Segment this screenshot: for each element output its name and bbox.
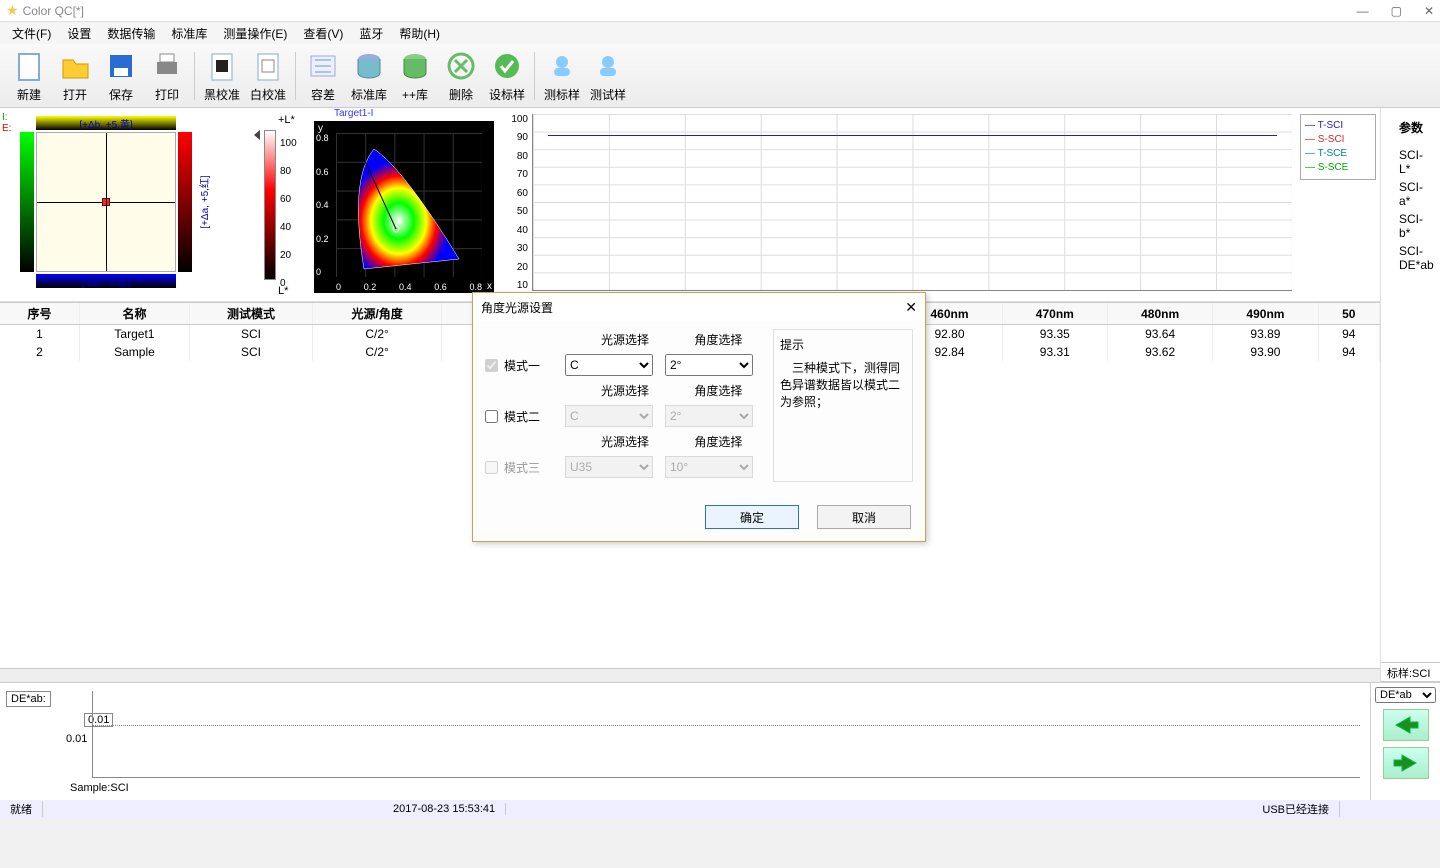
param-row: SCI-b*1.07 bbox=[1381, 210, 1440, 242]
lab-top-label: [+Δb, +5,黄] bbox=[36, 116, 176, 130]
ie-label: I:E: bbox=[2, 112, 11, 134]
toolbar-icon bbox=[351, 48, 387, 84]
lstar-ticks: 100806040200 bbox=[280, 130, 297, 298]
cie-ylabel: y bbox=[318, 123, 323, 134]
parameter-panel: 参数标样试样差值容差结果SCI-L*97.57SCI-a*-0.89SCI-b*… bbox=[1380, 108, 1440, 682]
toolbar-icon bbox=[103, 48, 139, 84]
toolbar-icon bbox=[57, 48, 93, 84]
lstar-bottom-label: L* bbox=[278, 285, 288, 297]
toolbar-icon bbox=[305, 48, 341, 84]
deab-sample-label: Sample:SCI bbox=[70, 782, 129, 794]
lstar-pointer-icon bbox=[254, 130, 260, 140]
mode3-illuminant-select: U35 bbox=[565, 456, 653, 478]
menu-settings[interactable]: 设置 bbox=[59, 23, 99, 44]
param-tabs: 标样:SCI 试样:SCI 标样:SCE 试样:SCE bbox=[1381, 662, 1440, 682]
toolbar-icon bbox=[443, 48, 479, 84]
dialog-tip-box: 提示 三种模式下，测得同色异谱数据皆以模式二为参照； bbox=[773, 329, 913, 482]
toolbar: 新建打开保存打印黑校准白校准容差标准库++库删除设标样测标样测试样 bbox=[0, 44, 1440, 108]
mode3-checkbox: 模式三 bbox=[485, 459, 559, 476]
mode3-angle-select: 10° bbox=[665, 456, 753, 478]
horizontal-scrollbar[interactable] bbox=[0, 668, 1380, 682]
mode2-illuminant-select: C bbox=[565, 405, 653, 427]
deab-ytick: 0.01 bbox=[66, 733, 87, 745]
toolbar-icon bbox=[204, 48, 240, 84]
lstar-bar-chart: +L* 100806040200 L* bbox=[260, 108, 304, 301]
status-usb: USB已经连接 bbox=[1252, 801, 1340, 817]
toolbar-测标样[interactable]: 测标样 bbox=[539, 48, 585, 103]
dialog-ok-button[interactable]: 确定 bbox=[705, 505, 799, 529]
mode2-checkbox[interactable]: 模式二 bbox=[485, 408, 559, 425]
toolbar-打开[interactable]: 打开 bbox=[52, 48, 98, 103]
angle-illuminant-dialog: 角度光源设置 ✕ 光源选择角度选择模式一C2°光源选择角度选择模式二C2°光源选… bbox=[472, 292, 926, 542]
mode1-illuminant-select[interactable]: C bbox=[565, 354, 653, 376]
dialog-close-icon[interactable]: ✕ bbox=[905, 299, 917, 316]
status-bar: 就绪 2017-08-23 15:53:41 USB已经连接 bbox=[0, 800, 1440, 818]
menu-view[interactable]: 查看(V) bbox=[295, 23, 351, 44]
dialog-title: 角度光源设置 bbox=[481, 299, 553, 316]
deab-metric-select[interactable]: DE*ab bbox=[1375, 687, 1436, 703]
param-row: SCI-a*-0.89 bbox=[1381, 178, 1440, 210]
menu-help[interactable]: 帮助(H) bbox=[391, 23, 448, 44]
toolbar-删除[interactable]: 删除 bbox=[438, 48, 484, 103]
deab-strip: DE*ab: 0.01 0.01 Sample:SCI DE*ab bbox=[0, 682, 1440, 800]
menu-stdlib[interactable]: 标准库 bbox=[163, 23, 215, 44]
close-button[interactable]: ✕ bbox=[1424, 4, 1434, 18]
cie-title: Target1-I bbox=[304, 108, 504, 119]
mode1-angle-select[interactable]: 2° bbox=[665, 354, 753, 376]
toolbar-icon bbox=[544, 48, 580, 84]
menu-file[interactable]: 文件(F) bbox=[4, 23, 59, 44]
deab-axis-label: DE*ab: bbox=[6, 691, 51, 707]
cie-locus-icon bbox=[344, 139, 464, 279]
window-title: Color QC[*] bbox=[23, 4, 84, 18]
toolbar-新建[interactable]: 新建 bbox=[6, 48, 52, 103]
mode2-angle-select: 2° bbox=[665, 405, 753, 427]
menu-measure[interactable]: 测量操作(E) bbox=[215, 23, 295, 44]
lab-datapoint bbox=[102, 198, 110, 206]
lab-delta-chart: I:E: [+Δb, +5,黄] [-Δa, -5,绿] [+Δa, +5,红]… bbox=[0, 108, 260, 301]
param-row: SCI-DE*ab- bbox=[1381, 242, 1440, 274]
menu-bar: 文件(F) 设置 数据传输 标准库 测量操作(E) 查看(V) 蓝牙 帮助(H) bbox=[0, 22, 1440, 44]
toolbar-++库[interactable]: ++库 bbox=[392, 48, 438, 103]
toolbar-icon bbox=[11, 48, 47, 84]
title-bar: ★ Color QC[*] — ▢ ✕ bbox=[0, 0, 1440, 22]
lab-left-label: [-Δa, -5,绿] bbox=[20, 132, 34, 272]
lab-plot-area bbox=[36, 132, 176, 272]
app-icon: ★ bbox=[6, 2, 19, 19]
maximize-button[interactable]: ▢ bbox=[1391, 4, 1402, 18]
cie-chart: Target1-I 00.20.40.60.8 0.80.60.40.20 x … bbox=[304, 108, 504, 301]
spectral-legend: — T-SCI — S-SCI — T-SCE — S-SCE bbox=[1300, 114, 1376, 180]
toolbar-icon bbox=[250, 48, 286, 84]
lab-right-label: [+Δa, +5,红] bbox=[178, 132, 192, 272]
minimize-button[interactable]: — bbox=[1357, 4, 1369, 18]
toolbar-icon bbox=[149, 48, 185, 84]
toolbar-icon bbox=[489, 48, 525, 84]
toolbar-容差[interactable]: 容差 bbox=[300, 48, 346, 103]
toolbar-白校准[interactable]: 白校准 bbox=[245, 48, 291, 103]
toolbar-测试样[interactable]: 测试样 bbox=[585, 48, 631, 103]
toolbar-设标样[interactable]: 设标样 bbox=[484, 48, 530, 103]
menu-transfer[interactable]: 数据传输 bbox=[99, 23, 163, 44]
toolbar-打印[interactable]: 打印 bbox=[144, 48, 190, 103]
spectral-chart: 100908070605040302010 — T-SCI — S-SCI — … bbox=[504, 108, 1380, 301]
menu-bluetooth[interactable]: 蓝牙 bbox=[351, 23, 391, 44]
status-ready: 就绪 bbox=[0, 801, 43, 817]
lstar-top-label: +L* bbox=[278, 114, 295, 126]
toolbar-保存[interactable]: 保存 bbox=[98, 48, 144, 103]
toolbar-黑校准[interactable]: 黑校准 bbox=[199, 48, 245, 103]
tab-std-sci[interactable]: 标样:SCI bbox=[1381, 663, 1440, 681]
prev-sample-button[interactable] bbox=[1383, 709, 1429, 741]
toolbar-标准库[interactable]: 标准库 bbox=[346, 48, 392, 103]
cie-xlabel: x bbox=[487, 281, 492, 292]
dialog-cancel-button[interactable]: 取消 bbox=[817, 505, 911, 529]
deab-plot bbox=[92, 691, 1360, 778]
lab-bottom-label: [-Δb, -5,蓝] bbox=[36, 274, 176, 288]
toolbar-icon bbox=[397, 48, 433, 84]
next-sample-button[interactable] bbox=[1383, 747, 1429, 779]
toolbar-icon bbox=[590, 48, 626, 84]
param-row: SCI-L*97.57 bbox=[1381, 146, 1440, 178]
status-time: 2017-08-23 15:53:41 bbox=[383, 803, 506, 815]
mode1-checkbox: 模式一 bbox=[485, 357, 559, 374]
